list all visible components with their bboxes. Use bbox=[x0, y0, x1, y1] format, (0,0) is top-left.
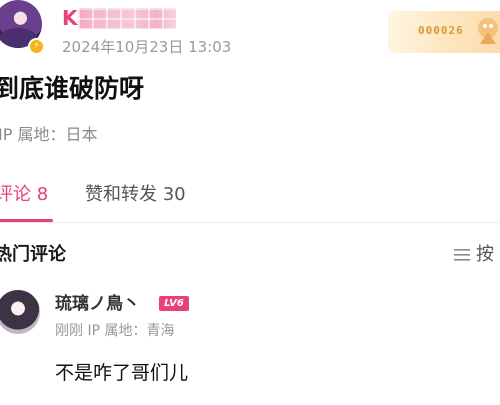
level-badge: LV6 bbox=[159, 296, 189, 311]
post-title: 到底谁破防呀 bbox=[0, 74, 145, 103]
tab-comments[interactable]: 评论 8 bbox=[0, 182, 48, 208]
post-timestamp: 2024年10月23日 13:03 bbox=[62, 38, 232, 56]
post-ip-location: IP 属地：日本 bbox=[0, 125, 98, 144]
fan-card-number: 000026 bbox=[418, 24, 464, 37]
hot-comments-title: 热门评论 bbox=[0, 244, 66, 265]
comment-meta: 刚刚 IP 属地：青海 bbox=[55, 323, 175, 339]
vip-lightning-icon: ⚡ bbox=[28, 38, 45, 55]
commenter-name[interactable]: 琉璃ノ鳥丶 bbox=[55, 292, 140, 316]
sort-lines-icon bbox=[454, 249, 470, 261]
author-name[interactable]: K bbox=[62, 5, 79, 31]
username-mosaic bbox=[78, 8, 176, 29]
sort-label: 按 bbox=[476, 244, 494, 265]
comment-text: 不是咋了哥们儿 bbox=[55, 362, 189, 384]
tab-likes-reposts[interactable]: 赞和转发 30 bbox=[85, 182, 186, 208]
tab-divider bbox=[0, 222, 500, 223]
fan-card-emblem-icon bbox=[478, 18, 498, 44]
commenter-avatar[interactable] bbox=[0, 290, 40, 334]
